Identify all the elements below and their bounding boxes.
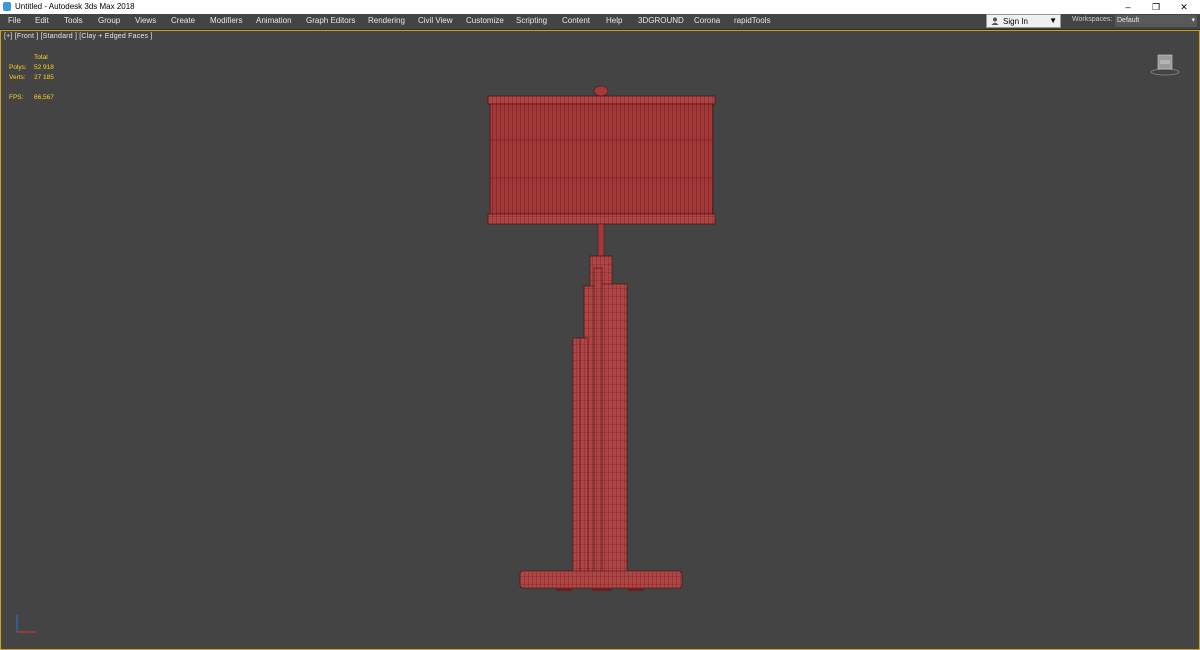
lamp-wireframe-model[interactable] — [0, 0, 1200, 650]
axis-tripod-icon — [16, 615, 36, 633]
